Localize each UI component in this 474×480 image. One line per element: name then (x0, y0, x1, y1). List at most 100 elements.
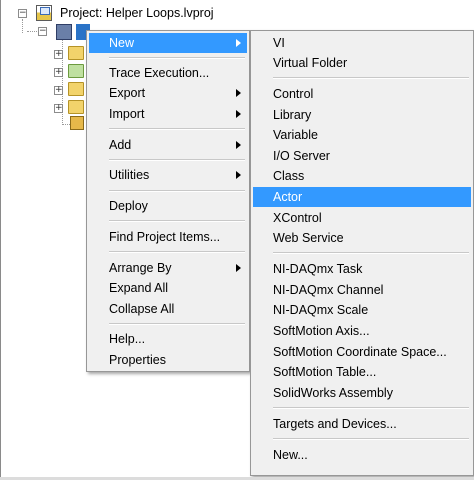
tree-connector (27, 31, 37, 32)
menu-item-label: SoftMotion Coordinate Space... (273, 345, 447, 359)
submenu-item-softmotion-coordinate-space[interactable]: SoftMotion Coordinate Space... (253, 342, 471, 362)
menu-separator (273, 252, 469, 254)
menu-item-label: Variable (273, 128, 318, 142)
submenu-item-xcontrol[interactable]: XControl (253, 208, 471, 228)
menu-item-label: I/O Server (273, 149, 330, 163)
submenu-item-targets-and-devices[interactable]: Targets and Devices... (253, 414, 471, 434)
submenu-item-daqmx-channel[interactable]: NI-DAQmx Channel (253, 280, 471, 300)
new-submenu: VI Virtual Folder Control Library Variab… (250, 30, 474, 476)
submenu-item-softmotion-axis[interactable]: SoftMotion Axis... (253, 321, 471, 341)
submenu-item-new-dialog[interactable]: New... (253, 445, 471, 465)
menu-separator (109, 220, 245, 222)
menu-item-trace-execution[interactable]: Trace Execution... (89, 63, 247, 83)
menu-item-label: Trace Execution... (109, 66, 210, 80)
menu-item-label: New... (273, 448, 308, 462)
menu-item-label: New (109, 36, 135, 50)
menu-item-label: Export (109, 86, 146, 100)
submenu-item-io-server[interactable]: I/O Server (253, 146, 471, 166)
submenu-item-softmotion-table[interactable]: SoftMotion Table... (253, 362, 471, 382)
submenu-item-actor[interactable]: Actor (253, 187, 471, 207)
menu-item-label: NI-DAQmx Channel (273, 283, 384, 297)
menu-item-label: Class (273, 169, 305, 183)
project-root-label[interactable]: Project: Helper Loops.lvproj (60, 6, 214, 20)
submenu-item-web-service[interactable]: Web Service (253, 228, 471, 248)
menu-separator (109, 190, 245, 192)
submenu-item-daqmx-task[interactable]: NI-DAQmx Task (253, 259, 471, 279)
menu-item-help[interactable]: Help... (89, 329, 247, 349)
folder-icon (68, 82, 84, 96)
menu-item-label: VI (273, 36, 285, 50)
menu-separator (109, 128, 245, 130)
collapse-toggle-root[interactable]: − (18, 9, 27, 18)
menu-item-collapse-all[interactable]: Collapse All (89, 299, 247, 319)
menu-item-label: NI-DAQmx Scale (273, 303, 369, 317)
submenu-arrow-icon (236, 89, 241, 97)
collapse-toggle-my-computer[interactable]: − (38, 27, 47, 36)
menu-item-find-project-items[interactable]: Find Project Items... (89, 227, 247, 247)
menu-separator (109, 251, 245, 253)
menu-item-label: Virtual Folder (273, 56, 348, 70)
submenu-arrow-icon (236, 141, 241, 149)
menu-item-label: Properties (109, 353, 166, 367)
submenu-arrow-icon (236, 110, 241, 118)
menu-separator (109, 323, 245, 325)
menu-item-label: Import (109, 107, 145, 121)
menu-item-label: Library (273, 108, 312, 122)
menu-item-properties[interactable]: Properties (89, 350, 247, 370)
menu-item-import[interactable]: Import (89, 104, 247, 124)
expand-toggle-item-1[interactable]: + (54, 50, 63, 59)
menu-item-label: SolidWorks Assembly (273, 386, 393, 400)
expand-toggle-item-2[interactable]: + (54, 68, 63, 77)
tree-connector (62, 124, 70, 125)
dependencies-icon (70, 116, 84, 130)
menu-item-label: Deploy (109, 199, 148, 213)
menu-item-label: Control (273, 87, 314, 101)
menu-item-label: Actor (273, 190, 303, 204)
menu-item-label: Targets and Devices... (273, 417, 397, 431)
folder-icon (68, 64, 84, 78)
menu-item-label: Help... (109, 332, 146, 346)
context-menu: New Trace Execution... Export Import Add… (86, 30, 250, 372)
submenu-item-solidworks-assembly[interactable]: SolidWorks Assembly (253, 383, 471, 403)
menu-separator (273, 438, 469, 440)
expand-toggle-item-3[interactable]: + (54, 86, 63, 95)
menu-item-label: XControl (273, 211, 322, 225)
menu-separator (109, 57, 245, 59)
menu-separator (273, 407, 469, 409)
submenu-arrow-icon (236, 39, 241, 47)
menu-item-label: SoftMotion Table... (273, 365, 377, 379)
computer-icon (56, 24, 72, 40)
menu-item-label: Add (109, 138, 132, 152)
submenu-arrow-icon (236, 171, 241, 179)
menu-item-expand-all[interactable]: Expand All (89, 278, 247, 298)
project-icon (36, 5, 52, 21)
submenu-item-library[interactable]: Library (253, 105, 471, 125)
menu-item-label: Find Project Items... (109, 230, 221, 244)
menu-item-arrange-by[interactable]: Arrange By (89, 258, 247, 278)
menu-item-deploy[interactable]: Deploy (89, 196, 247, 216)
menu-separator (109, 159, 245, 161)
folder-icon (68, 46, 84, 60)
menu-item-utilities[interactable]: Utilities (89, 165, 247, 185)
submenu-item-class[interactable]: Class (253, 166, 471, 186)
menu-item-label: Arrange By (109, 261, 172, 275)
submenu-item-daqmx-scale[interactable]: NI-DAQmx Scale (253, 300, 471, 320)
submenu-item-control[interactable]: Control (253, 84, 471, 104)
menu-item-label: Web Service (273, 231, 344, 245)
menu-item-add[interactable]: Add (89, 135, 247, 155)
menu-item-new[interactable]: New (89, 33, 247, 53)
menu-item-label: Utilities (109, 168, 150, 182)
menu-item-export[interactable]: Export (89, 83, 247, 103)
menu-separator (273, 77, 469, 79)
menu-item-label: NI-DAQmx Task (273, 262, 363, 276)
tree-connector (22, 19, 23, 33)
submenu-item-variable[interactable]: Variable (253, 125, 471, 145)
expand-toggle-item-4[interactable]: + (54, 104, 63, 113)
menu-item-label: SoftMotion Axis... (273, 324, 370, 338)
folder-icon (68, 100, 84, 114)
menu-item-label: Collapse All (109, 302, 175, 316)
submenu-item-virtual-folder[interactable]: Virtual Folder (253, 53, 471, 73)
menu-item-label: Expand All (109, 281, 169, 295)
submenu-item-vi[interactable]: VI (253, 33, 471, 53)
submenu-arrow-icon (236, 264, 241, 272)
